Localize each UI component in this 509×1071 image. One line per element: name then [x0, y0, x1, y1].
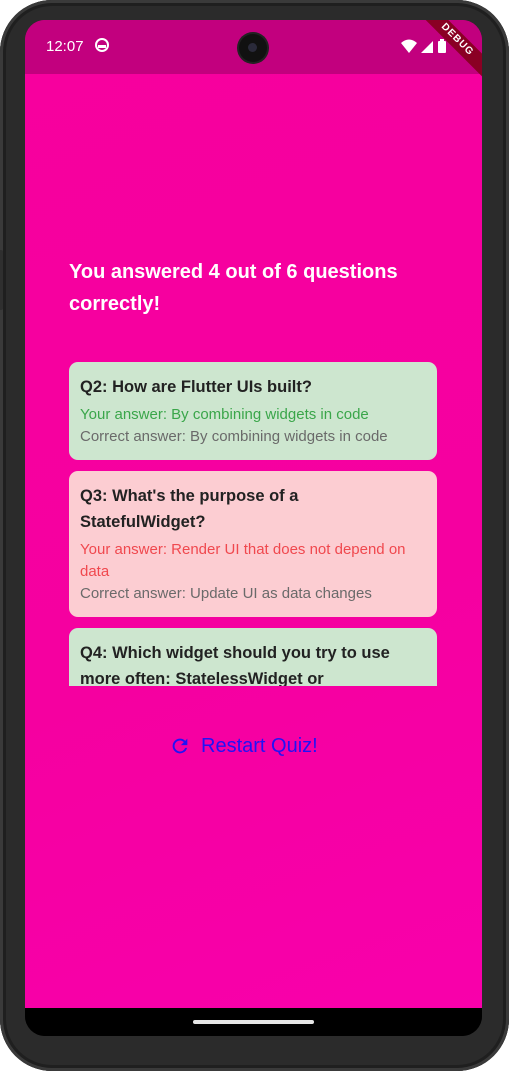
phone-frame: 12:07 DEBUG You answered 4 out of 6 ques…: [0, 0, 509, 1071]
summary-question: Q2: How are Flutter UIs built?: [80, 378, 312, 396]
summary-correct-answer: Correct answer: Update UI as data change…: [80, 585, 372, 602]
navigation-bar: [25, 1008, 482, 1036]
restart-quiz-button[interactable]: Restart Quiz!: [169, 730, 318, 762]
wifi-icon: [401, 39, 417, 53]
power-button: [0, 250, 3, 310]
questions-summary-list[interactable]: Q2: How are Flutter UIs built? Your answ…: [69, 362, 437, 686]
summary-correct-answer: Correct answer: By combining widgets in …: [80, 428, 388, 445]
device-screen: 12:07 DEBUG You answered 4 out of 6 ques…: [25, 20, 482, 1036]
front-camera: [239, 34, 267, 62]
summary-question: Q4: Which widget should you try to use m…: [80, 644, 390, 686]
summary-card-q3: Q3: What's the purpose of a StatefulWidg…: [69, 471, 437, 617]
summary-card-q2: Q2: How are Flutter UIs built? Your answ…: [69, 362, 437, 460]
quiz-app: 12:07 DEBUG You answered 4 out of 6 ques…: [25, 20, 482, 1008]
restart-quiz-label: Restart Quiz!: [201, 734, 318, 757]
summary-user-answer: Your answer: By combining widgets in cod…: [80, 406, 369, 423]
results-title: You answered 4 out of 6 questions correc…: [69, 261, 398, 315]
refresh-icon: [172, 738, 188, 754]
summary-user-answer: Your answer: Render UI that does not dep…: [80, 541, 406, 580]
face-notification-icon: [95, 38, 109, 52]
status-bar: 12:07 DEBUG: [25, 20, 482, 85]
status-time: 12:07: [46, 38, 84, 55]
battery-icon: [438, 39, 446, 53]
home-gesture-handle[interactable]: [193, 1020, 314, 1024]
cell-signal-icon: [421, 41, 433, 53]
summary-card-q4: Q4: Which widget should you try to use m…: [69, 628, 437, 686]
summary-question: Q3: What's the purpose of a StatefulWidg…: [80, 487, 299, 531]
